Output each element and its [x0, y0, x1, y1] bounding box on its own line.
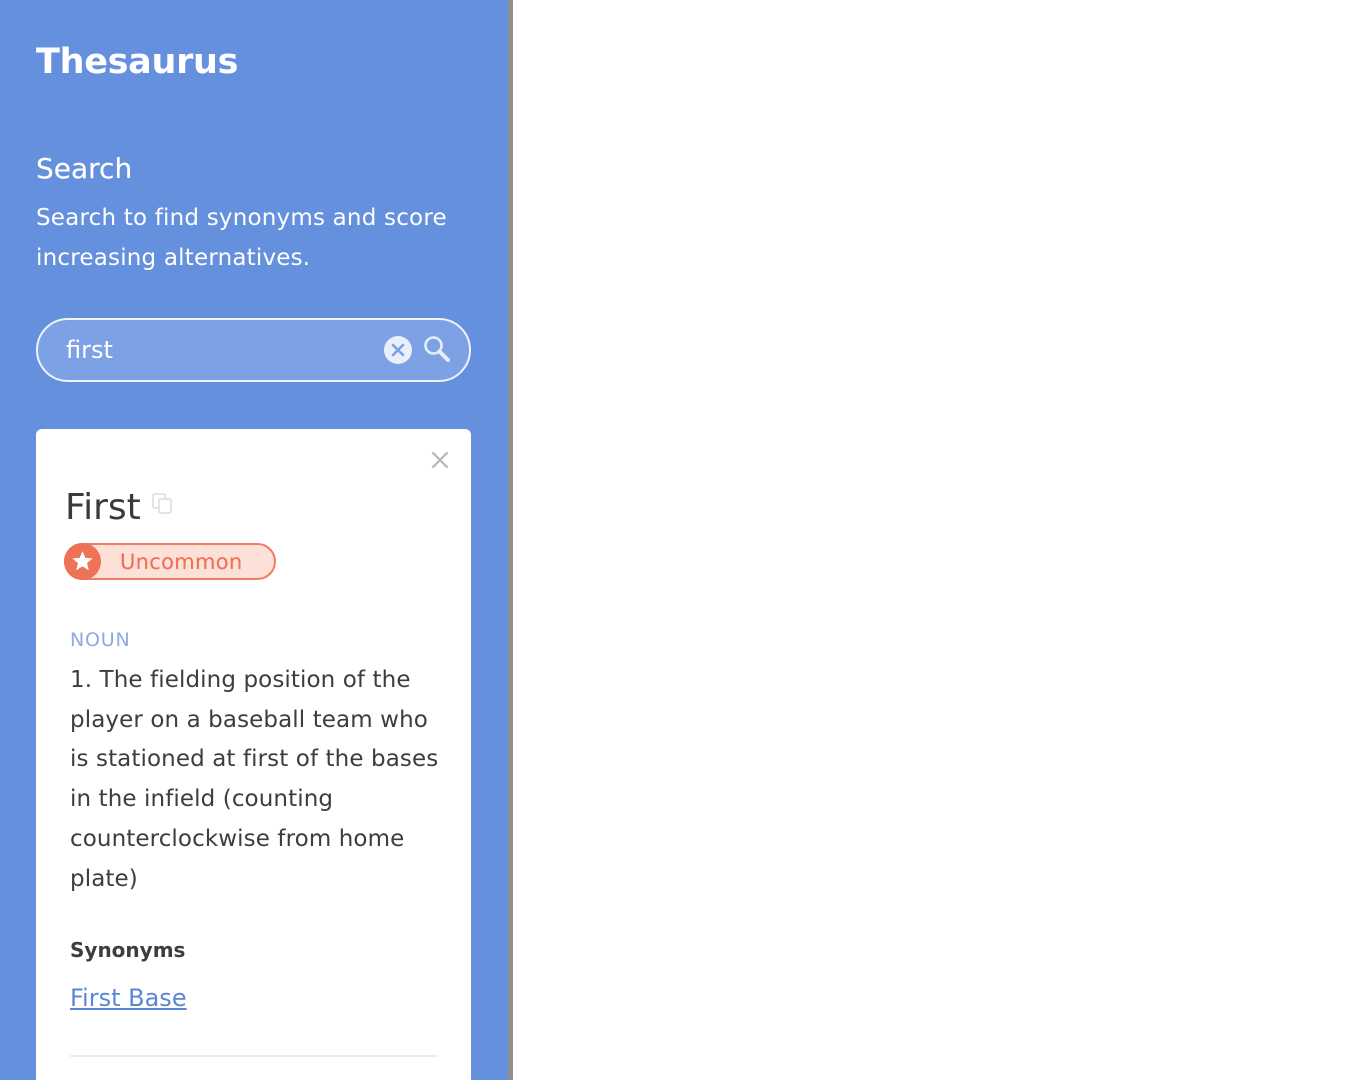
star-icon: [64, 543, 101, 580]
synonym-link[interactable]: First Base: [70, 980, 187, 1016]
search-section-title: Search: [36, 152, 133, 185]
search-description: Search to find synonyms and score increa…: [36, 205, 447, 271]
thesaurus-sidebar: Thesaurus Search Search to find synonyms…: [0, 0, 508, 1080]
copy-icon[interactable]: [150, 491, 176, 517]
divider: [70, 1055, 438, 1057]
main-content-area: [513, 0, 1360, 1080]
rarity-badge: Uncommon: [64, 543, 276, 580]
clear-search-icon[interactable]: [384, 336, 412, 364]
word-result-card: First Uncommon NOUN 1. The fielding posi…: [36, 429, 471, 1080]
close-icon[interactable]: [429, 449, 451, 471]
rarity-label: Uncommon: [120, 550, 243, 574]
synonyms-heading: Synonyms: [70, 938, 186, 962]
part-of-speech: NOUN: [70, 629, 131, 651]
app-title: Thesaurus: [36, 42, 239, 82]
definition-text: 1. The fielding position of the player o…: [70, 667, 439, 892]
search-icon[interactable]: [422, 334, 452, 364]
app-window: Thesaurus Search Search to find synonyms…: [0, 0, 1360, 1080]
word-title: First: [65, 487, 141, 528]
search-input[interactable]: [66, 330, 366, 370]
search-box: [36, 318, 471, 382]
